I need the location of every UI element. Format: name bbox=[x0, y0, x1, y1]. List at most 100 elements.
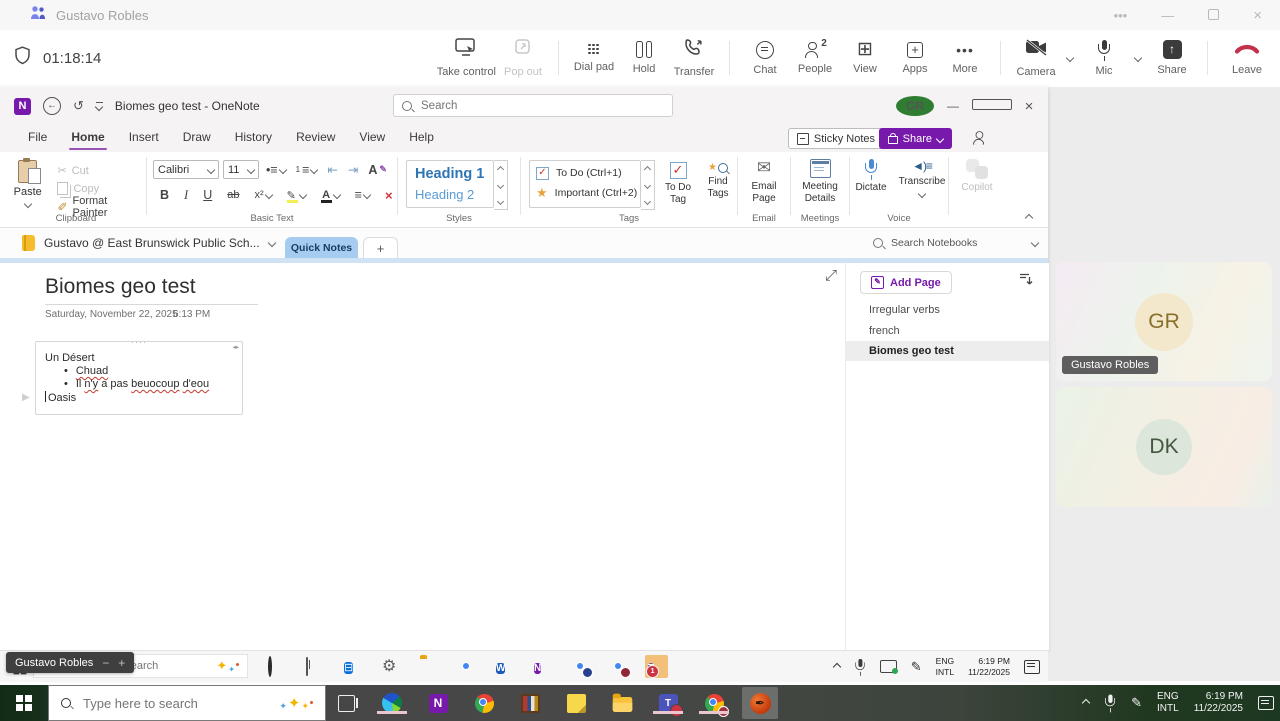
decrease-indent-button[interactable]: ⇤ bbox=[324, 162, 340, 177]
taskbar-search-box[interactable]: ✦✦✦ bbox=[48, 685, 326, 721]
apps-button[interactable]: + Apps bbox=[892, 32, 938, 84]
undo-icon[interactable]: ↺ bbox=[73, 98, 84, 114]
highlight-button[interactable]: ✎ bbox=[284, 188, 309, 203]
bullet-list-button[interactable]: •≡ bbox=[263, 163, 289, 177]
window-close-button[interactable]: × bbox=[1253, 7, 1262, 24]
tray-mic-icon[interactable] bbox=[854, 658, 865, 676]
sort-pages-icon[interactable] bbox=[1018, 272, 1033, 291]
window-restore-button[interactable] bbox=[1208, 8, 1220, 23]
onenote-minimize-button[interactable]: — bbox=[934, 99, 972, 113]
add-section-tab[interactable]: + bbox=[363, 237, 398, 258]
search-notebooks[interactable]: Search Notebooks bbox=[873, 233, 1040, 253]
note-drag-handle-icon[interactable]: ···· bbox=[36, 338, 242, 347]
chat-button[interactable]: Chat bbox=[742, 32, 788, 84]
dictate-button[interactable]: Dictate bbox=[852, 159, 890, 194]
onenote-taskbar-icon[interactable]: N bbox=[427, 692, 449, 714]
taskbar-search-input[interactable] bbox=[81, 694, 270, 712]
tray-pen-icon[interactable]: ✎ bbox=[911, 659, 922, 675]
tray-mic-icon[interactable] bbox=[1105, 694, 1116, 713]
menu-file[interactable]: File bbox=[16, 125, 59, 152]
task-view-icon[interactable] bbox=[306, 657, 323, 676]
note-bullet-line[interactable]: • Chuad bbox=[64, 365, 242, 377]
paragraph-handle-icon[interactable]: ▶ bbox=[22, 392, 30, 403]
transcribe-button[interactable]: ◄)≡ Transcribe bbox=[898, 159, 946, 198]
heading2-style[interactable]: Heading 2 bbox=[415, 187, 485, 202]
onenote-taskbar-icon[interactable]: N bbox=[534, 658, 551, 675]
menu-view[interactable]: View bbox=[347, 125, 397, 152]
camera-button[interactable]: Camera bbox=[1013, 32, 1059, 84]
tray-action-center-icon[interactable] bbox=[1024, 659, 1040, 674]
share-screen-button[interactable]: ↑ Share bbox=[1149, 32, 1195, 84]
task-view-icon[interactable] bbox=[335, 692, 358, 714]
menu-draw[interactable]: Draw bbox=[171, 125, 223, 152]
camera-options-chevron-icon[interactable] bbox=[1065, 53, 1075, 63]
back-icon[interactable]: ← bbox=[43, 97, 61, 115]
page-title[interactable]: Biomes geo test bbox=[45, 275, 196, 299]
onenote-search-box[interactable] bbox=[393, 94, 673, 117]
section-tab-quick-notes[interactable]: Quick Notes bbox=[285, 237, 358, 258]
onenote-search-input[interactable] bbox=[419, 98, 664, 113]
dial-pad-button[interactable]: Dial pad bbox=[571, 32, 617, 84]
tray-language[interactable]: ENG INTL bbox=[936, 656, 954, 677]
tray-expand-icon[interactable] bbox=[1081, 698, 1091, 708]
sticky-notes-app-icon[interactable] bbox=[565, 692, 587, 714]
find-tags-button[interactable]: ★ Find Tags bbox=[701, 162, 735, 199]
view-button[interactable]: ⊞ View bbox=[842, 32, 888, 84]
tray-expand-icon[interactable] bbox=[832, 662, 841, 671]
zoom-out-icon[interactable]: − bbox=[102, 656, 109, 670]
more-button[interactable]: ••• More bbox=[942, 32, 988, 84]
take-control-button[interactable]: Take control bbox=[437, 32, 496, 84]
menu-history[interactable]: History bbox=[223, 125, 284, 152]
menu-insert[interactable]: Insert bbox=[117, 125, 171, 152]
menu-home[interactable]: Home bbox=[59, 125, 116, 152]
page-editor[interactable]: ⤢ Biomes geo test Saturday, November 22,… bbox=[0, 263, 845, 650]
zoom-in-icon[interactable]: + bbox=[118, 656, 125, 670]
email-page-button[interactable]: ✉ Email Page bbox=[746, 158, 782, 204]
onenote-restore-button[interactable] bbox=[972, 99, 1012, 113]
account-avatar[interactable]: GR bbox=[896, 96, 934, 116]
page-list-item[interactable]: Irregular verbs bbox=[846, 300, 1049, 320]
paragraph-alignment-button[interactable]: ≡ bbox=[352, 188, 373, 202]
note-line[interactable]: Un Désert bbox=[45, 352, 242, 364]
collapse-ribbon-icon[interactable] bbox=[1024, 213, 1034, 223]
tray-clock[interactable]: 6:19 PM 11/22/2025 bbox=[1194, 691, 1243, 716]
settings-gear-icon[interactable]: ⚙ bbox=[382, 658, 399, 675]
chrome-profile2-icon[interactable] bbox=[610, 658, 631, 678]
edge-icon[interactable] bbox=[377, 692, 407, 714]
todo-tag-button[interactable]: ✓ To Do Tag bbox=[661, 162, 695, 205]
tags-scroll[interactable] bbox=[641, 160, 655, 210]
tray-pen-icon[interactable]: ✎ bbox=[1131, 695, 1142, 711]
meeting-details-button[interactable]: Meeting Details bbox=[798, 159, 842, 204]
quick-access-chevron-icon[interactable] bbox=[95, 101, 104, 112]
onenote-share-button[interactable]: Share bbox=[878, 128, 952, 149]
tray-language[interactable]: ENG INTL bbox=[1157, 691, 1179, 716]
mic-button[interactable]: Mic bbox=[1081, 32, 1127, 84]
notebook-name[interactable]: Gustavo @ East Brunswick Public Sch... bbox=[44, 236, 260, 250]
bookshelf-app-icon[interactable] bbox=[519, 692, 541, 714]
sticky-notes-button[interactable]: Sticky Notes bbox=[787, 128, 884, 149]
word-icon[interactable]: W bbox=[496, 658, 513, 675]
active-app-icon[interactable]: ✒ bbox=[742, 687, 778, 719]
window-minimize-button[interactable]: — bbox=[1161, 8, 1174, 23]
window-more-icon[interactable]: ••• bbox=[1114, 8, 1128, 23]
onenote-close-button[interactable]: × bbox=[1010, 98, 1048, 115]
chrome-icon[interactable] bbox=[473, 692, 495, 714]
bold-button[interactable]: B bbox=[157, 188, 172, 202]
tag-important-item[interactable]: ★ Important (Ctrl+2) bbox=[536, 185, 637, 201]
start-button[interactable] bbox=[0, 685, 48, 721]
strikethrough-button[interactable]: ab bbox=[224, 189, 242, 201]
font-name-select[interactable]: Calibri bbox=[153, 160, 219, 179]
file-explorer-icon[interactable] bbox=[420, 658, 437, 675]
notebook-chevron-icon[interactable] bbox=[267, 238, 276, 248]
underline-button[interactable]: U bbox=[200, 188, 215, 202]
clear-formatting-button[interactable]: A ✎ bbox=[365, 163, 390, 177]
add-page-button[interactable]: ✎ Add Page bbox=[860, 271, 952, 294]
expand-page-icon[interactable]: ⤢ bbox=[825, 267, 837, 284]
page-list-item-selected[interactable]: Biomes geo test bbox=[846, 341, 1049, 361]
note-bullet-line[interactable]: • Il n'y a pas beuocoup d'eou bbox=[64, 378, 242, 390]
font-color-button[interactable]: A bbox=[318, 187, 343, 203]
chrome-icon[interactable] bbox=[458, 658, 475, 675]
menu-review[interactable]: Review bbox=[284, 125, 347, 152]
teams-taskbar-icon[interactable]: T1 bbox=[645, 655, 668, 678]
chrome-profile-icon[interactable] bbox=[572, 658, 593, 678]
